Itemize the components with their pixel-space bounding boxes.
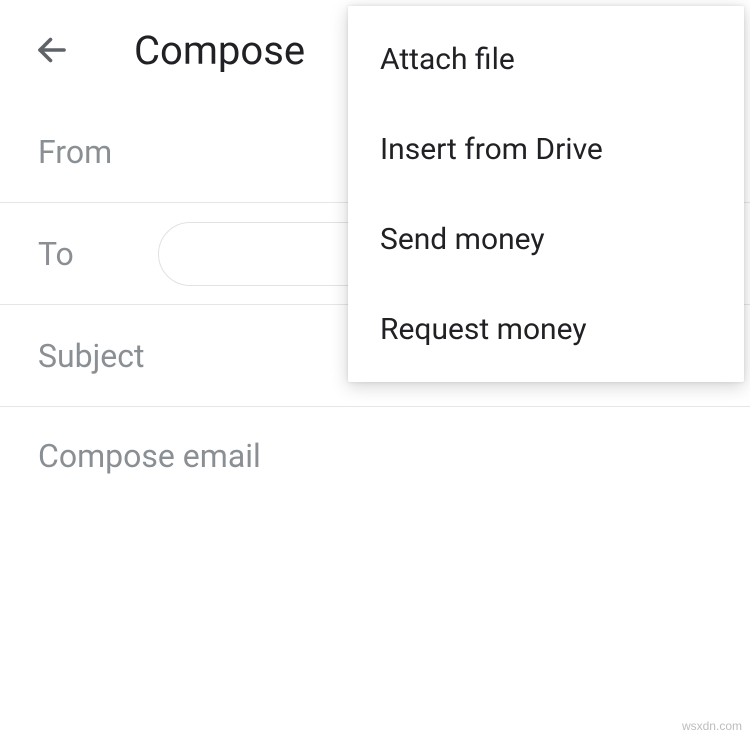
compose-screen: Compose From To Subject Compose email At… bbox=[0, 0, 750, 739]
subject-label: Subject bbox=[38, 337, 158, 375]
menu-item-label: Attach file bbox=[380, 42, 515, 77]
menu-item-request-money[interactable]: Request money bbox=[348, 284, 744, 374]
body-row[interactable]: Compose email bbox=[0, 407, 750, 527]
back-arrow-icon[interactable] bbox=[30, 28, 74, 72]
menu-item-label: Request money bbox=[380, 312, 587, 347]
menu-item-label: Send money bbox=[380, 222, 545, 257]
watermark: wsxdn.com bbox=[682, 719, 742, 733]
menu-item-attach-file[interactable]: Attach file bbox=[348, 14, 744, 104]
page-title: Compose bbox=[134, 27, 305, 74]
to-label: To bbox=[38, 235, 158, 273]
menu-item-insert-from-drive[interactable]: Insert from Drive bbox=[348, 104, 744, 194]
menu-item-send-money[interactable]: Send money bbox=[348, 194, 744, 284]
from-label: From bbox=[38, 133, 158, 171]
menu-item-label: Insert from Drive bbox=[380, 132, 603, 167]
attachment-menu: Attach file Insert from Drive Send money… bbox=[348, 6, 744, 382]
body-placeholder: Compose email bbox=[38, 437, 712, 475]
